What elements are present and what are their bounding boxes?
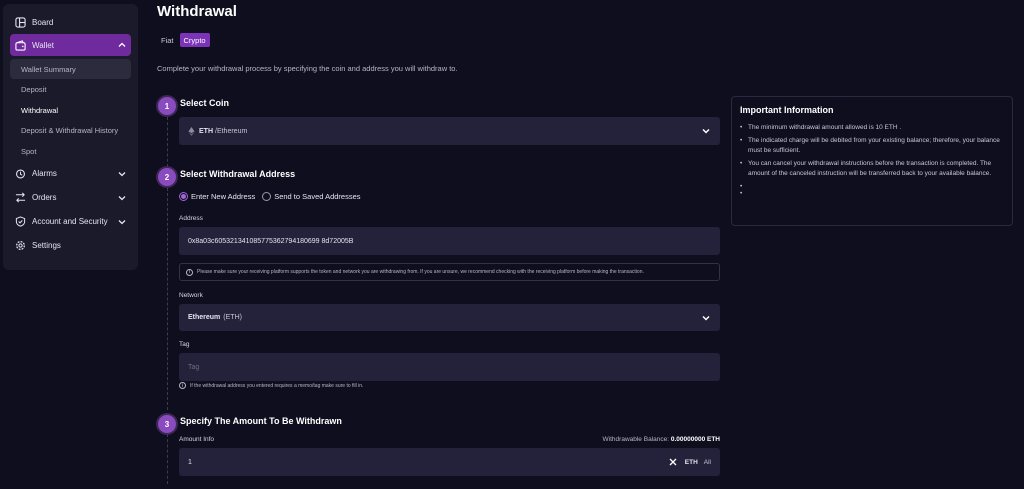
board-icon [14,16,26,28]
orders-icon [14,192,26,204]
info-list: The minimum withdrawal amount allowed is… [740,123,1004,199]
info-title: Important Information [740,105,834,115]
info-icon: i [179,382,186,389]
coin-name: /Ethereum [215,127,248,135]
sidebar-item-account-security[interactable]: Account and Security [10,210,131,234]
network-select[interactable]: Ethereum (ETH) [179,304,720,331]
radio-label: Enter New Address [191,192,256,201]
coin-select[interactable]: ETH /Ethereum [179,117,720,145]
page-title: Withdrawal [157,3,237,20]
address-warning: i Please make sure your receiving platfo… [179,263,720,281]
step-title: Select Withdrawal Address [180,169,296,179]
sidebar-item-label: Account and Security [32,217,108,226]
amount-value: 1 [188,458,192,466]
sidebar-subitem-withdrawal[interactable]: Withdrawal [10,100,131,120]
sidebar-item-label: Settings [32,241,61,250]
address-input[interactable]: 0x8a03c605321341085775362794180699 8d720… [179,227,720,255]
chevron-down-icon [117,169,127,179]
wallet-icon [14,39,26,51]
step-title: Select Coin [180,98,230,108]
withdrawal-type-tabs: Fiat Crypto [157,33,212,47]
sidebar-item-orders[interactable]: Orders [10,186,131,210]
step-connector [167,117,168,167]
address-warning-text: Please make sure your receiving platform… [197,269,644,275]
info-item [740,182,1004,192]
tag-placeholder: Tag [188,363,200,371]
sidebar-item-label: Board [32,17,54,27]
amount-controls: ETH All [669,458,711,466]
radio-saved-addresses[interactable]: Send to Saved Addresses [262,192,361,201]
sidebar-item-board[interactable]: Board [10,10,131,34]
balance-value: 0.00000000 ETH [670,436,720,443]
balance-label: Withdrawable Balance: [602,436,670,443]
tag-label: Tag [179,341,190,348]
network-name: Ethereum [188,314,221,321]
coin-symbol: ETH [199,127,213,135]
ethereum-icon [188,126,195,136]
withdrawable-balance: Withdrawable Balance: 0.00000000 ETH [603,436,720,443]
network-label: Network [179,292,203,299]
sidebar-item-label: Wallet [32,40,54,50]
sidebar-subitem-history[interactable]: Deposit & Withdrawal History [10,121,131,141]
network-code: (ETH) [223,314,242,321]
step-connector [167,188,168,410]
radio-unchecked-icon [262,192,272,201]
step-number: 3 [158,415,176,433]
info-icon: i [186,268,193,276]
radio-enter-new-address[interactable]: Enter New Address [179,192,255,201]
info-item: You can cancel your withdrawal instructi… [740,159,1004,179]
important-info-panel: Important Information The minimum withdr… [731,96,1013,226]
sidebar-subitem-spot[interactable]: Spot [10,141,131,161]
sidebar-subitem-deposit[interactable]: Deposit [10,80,131,100]
alarm-clock-icon [14,168,26,180]
sidebar-subitem-wallet-summary[interactable]: Wallet Summary [10,59,131,79]
all-button[interactable]: All [704,459,711,466]
chevron-down-icon [117,217,127,227]
sidebar-item-wallet[interactable]: Wallet [10,34,131,56]
address-value: 0x8a03c605321341085775362794180699 8d720… [188,237,354,245]
sidebar-item-label: Alarms [32,169,57,178]
tab-crypto[interactable]: Crypto [179,33,210,47]
sidebar: Board Wallet Wallet Summary Deposit With… [3,4,138,270]
sidebar-item-settings[interactable]: Settings [10,234,131,258]
tag-hint-text: If the withdrawal address you entered re… [190,382,364,389]
info-item: The indicated charge will be debited fro… [740,136,1004,156]
chevron-down-icon [701,126,711,136]
step-title: Specify The Amount To Be Withdrawn [180,416,342,426]
chevron-up-icon [117,40,127,50]
tag-input[interactable]: Tag [179,353,720,381]
address-label: Address [179,215,203,222]
shield-icon [14,216,26,228]
radio-label: Send to Saved Addresses [274,192,361,201]
amount-currency: ETH [684,458,698,466]
address-mode-radios: Enter New Address Send to Saved Addresse… [179,192,368,201]
amount-input[interactable]: 1 ETH All [179,448,720,476]
chevron-down-icon [701,313,711,323]
info-item: The minimum withdrawal amount allowed is… [740,123,1004,133]
step-number: 2 [158,168,176,186]
gear-icon [14,240,26,252]
intro-text: Complete your withdrawal process by spec… [157,64,458,73]
amount-label: Amount Info [179,436,215,443]
step-number: 1 [158,97,176,115]
tag-hint: i If the withdrawal address you entered … [179,382,363,389]
tab-fiat[interactable]: Fiat [157,33,178,47]
sidebar-item-alarms[interactable]: Alarms [10,162,131,186]
step-connector [167,434,168,484]
info-item [740,189,1004,199]
chevron-down-icon [117,193,127,203]
close-icon[interactable] [669,458,677,466]
radio-checked-icon [179,192,188,201]
sidebar-item-label: Orders [32,193,57,202]
